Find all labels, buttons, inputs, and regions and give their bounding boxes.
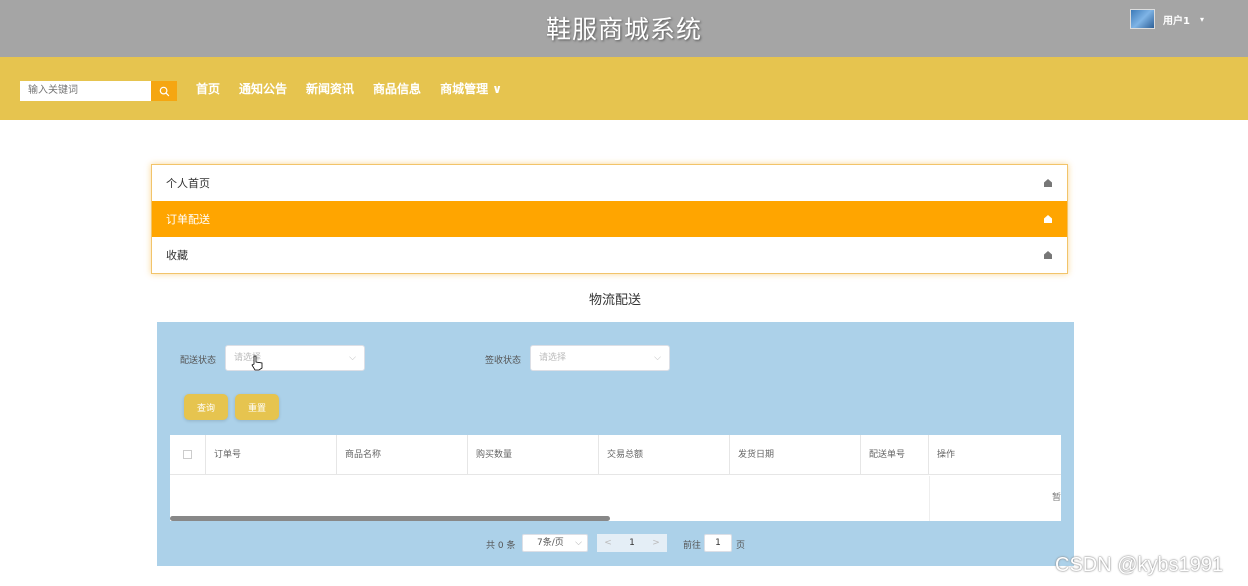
avatar[interactable] <box>1130 9 1155 29</box>
caret-down-icon[interactable]: ▾ <box>1200 15 1204 24</box>
actions-column-body: 暂 <box>929 476 1061 521</box>
column-header-ship-date: 发货日期 <box>730 435 861 474</box>
user-menu[interactable]: 用户1 ▾ <box>1130 9 1204 29</box>
select-all-checkbox[interactable] <box>183 450 192 459</box>
pagination: 共 0 条 7条/页 ⌵ < 1 > 前往 1 页 <box>157 534 1074 552</box>
delivery-status-select[interactable]: 请选择 ⌵ <box>225 345 365 371</box>
home-icon <box>1044 179 1052 187</box>
reset-button[interactable]: 重置 <box>235 394 279 420</box>
chevron-down-icon: ∨ <box>492 82 503 96</box>
empty-text: 暂 <box>1051 493 1061 503</box>
receipt-status-label: 签收状态 <box>485 356 522 366</box>
delivery-status-label: 配送状态 <box>180 356 217 366</box>
site-title: 鞋服商城系统 <box>545 15 702 44</box>
select-placeholder: 请选择 <box>539 353 567 363</box>
nav-item-products[interactable]: 商品信息 <box>373 81 421 97</box>
column-header-product-name: 商品名称 <box>337 435 468 474</box>
goto-label: 前往 <box>683 541 702 551</box>
mouse-cursor-icon <box>251 355 263 371</box>
main-navbar: 首页 通知公告 新闻资讯 商品信息 商城管理 ∨ <box>0 57 1248 120</box>
personal-menu: 个人首页 订单配送 收藏 <box>151 164 1068 274</box>
prev-page-button[interactable]: < <box>597 534 619 552</box>
nav-item-home[interactable]: 首页 <box>196 81 220 97</box>
page-suffix: 页 <box>736 541 746 551</box>
search-input[interactable] <box>20 81 151 101</box>
watermark: CSDN @kybs1991 <box>1055 554 1224 576</box>
table-header: 订单号 商品名称 购买数量 交易总额 发货日期 配送单号 操作 <box>170 435 1061 475</box>
chevron-down-icon: ⌵ <box>575 538 582 548</box>
chevron-down-icon: ⌵ <box>654 353 661 363</box>
nav-item-label: 商城管理 <box>440 82 489 96</box>
menu-item-label: 订单配送 <box>166 213 210 226</box>
menu-item-personal-home[interactable]: 个人首页 <box>152 165 1067 201</box>
menu-item-label: 个人首页 <box>166 177 210 190</box>
top-header-bar: 鞋服商城系统 用户1 ▾ <box>0 0 1248 57</box>
orders-table: 订单号 商品名称 购买数量 交易总额 发货日期 配送单号 操作 暂 <box>170 435 1061 521</box>
search-icon <box>159 86 169 96</box>
nav-links: 首页 通知公告 新闻资讯 商品信息 商城管理 ∨ <box>196 81 521 97</box>
page-title: 物流配送 <box>588 293 641 308</box>
nav-item-mall-management[interactable]: 商城管理 ∨ <box>440 81 502 97</box>
next-page-button[interactable]: > <box>645 534 667 552</box>
goto-page-input[interactable]: 1 <box>704 534 732 552</box>
chevron-down-icon: ⌵ <box>349 353 356 363</box>
total-count: 共 0 条 <box>486 541 516 551</box>
column-header-actions: 操作 <box>937 450 956 460</box>
search-button[interactable] <box>151 81 177 101</box>
home-icon <box>1044 251 1052 259</box>
home-icon <box>1044 215 1052 223</box>
page-size-value: 7条/页 <box>537 538 564 548</box>
receipt-status-select[interactable]: 请选择 ⌵ <box>530 345 670 371</box>
logistics-panel: 配送状态 请选择 ⌵ 签收状态 请选择 ⌵ 查询 重置 订单号 商品名称 购买数… <box>157 322 1074 566</box>
page-number-current[interactable]: 1 <box>619 534 645 552</box>
nav-item-notices[interactable]: 通知公告 <box>239 81 287 97</box>
menu-item-favorites[interactable]: 收藏 <box>152 237 1067 273</box>
query-button[interactable]: 查询 <box>184 394 228 420</box>
select-all-cell <box>170 435 206 474</box>
user-name[interactable]: 用户1 <box>1163 12 1190 27</box>
column-header-order-no: 订单号 <box>206 435 337 474</box>
page-size-select[interactable]: 7条/页 ⌵ <box>522 534 588 552</box>
column-header-delivery-no: 配送单号 <box>861 435 929 474</box>
nav-item-news[interactable]: 新闻资讯 <box>306 81 354 97</box>
menu-item-order-delivery[interactable]: 订单配送 <box>152 201 1067 237</box>
column-header-quantity: 购买数量 <box>468 435 599 474</box>
column-header-total: 交易总额 <box>599 435 730 474</box>
menu-item-label: 收藏 <box>166 249 188 262</box>
horizontal-scrollbar[interactable] <box>170 516 610 521</box>
